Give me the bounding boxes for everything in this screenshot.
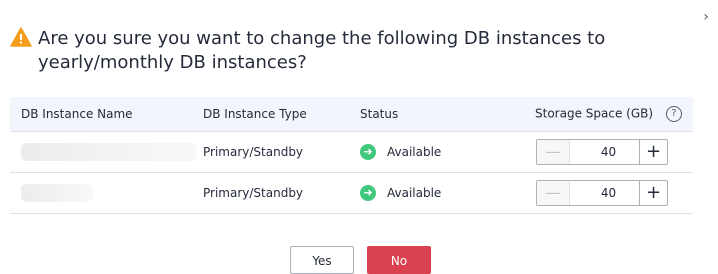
status-cell: ➜ Available: [360, 131, 535, 173]
dialog-header: Are you sure you want to change the foll…: [10, 27, 650, 75]
warning-icon: [10, 27, 32, 47]
instance-name-cell: [10, 172, 203, 214]
status-label: Available: [387, 145, 442, 159]
plus-icon[interactable]: +: [639, 140, 667, 164]
storage-cell: — +: [535, 131, 693, 173]
minus-icon[interactable]: —: [537, 140, 570, 164]
storage-input[interactable]: [570, 181, 639, 205]
status-badge: ➜ Available: [360, 185, 441, 201]
column-header-name: DB Instance Name: [10, 97, 203, 132]
minus-icon[interactable]: —: [537, 181, 570, 205]
instance-type-cell: Primary/Standby: [203, 131, 360, 173]
redacted-instance-name: [21, 184, 93, 202]
instance-name-cell: [10, 131, 203, 173]
close-icon[interactable]: ›: [698, 8, 714, 26]
storage-stepper: — +: [536, 180, 668, 206]
table-row: Primary/Standby ➜ Available — +: [10, 172, 693, 214]
plus-icon[interactable]: +: [639, 181, 667, 205]
table-header-row: DB Instance Name DB Instance Type Status…: [10, 97, 693, 132]
column-header-status: Status: [360, 97, 535, 132]
dialog-title: Are you sure you want to change the foll…: [38, 28, 606, 73]
column-header-storage-label: Storage Space (GB): [535, 106, 654, 121]
redacted-instance-name: [21, 143, 197, 161]
arrow-right-circle-icon: ➜: [360, 185, 376, 201]
no-button[interactable]: No: [367, 246, 431, 274]
status-cell: ➜ Available: [360, 172, 535, 214]
arrow-right-circle-icon: ➜: [360, 144, 376, 160]
storage-input[interactable]: [570, 140, 639, 164]
instance-type-cell: Primary/Standby: [203, 172, 360, 214]
storage-stepper: — +: [536, 139, 668, 165]
status-badge: ➜ Available: [360, 144, 441, 160]
status-label: Available: [387, 186, 442, 200]
column-header-storage: Storage Space (GB) ?: [535, 97, 693, 132]
help-icon[interactable]: ?: [665, 106, 682, 122]
table-row: Primary/Standby ➜ Available — +: [10, 131, 693, 173]
instances-table: DB Instance Name DB Instance Type Status…: [10, 97, 693, 214]
storage-cell: — +: [535, 172, 693, 214]
yes-button[interactable]: Yes: [290, 246, 354, 274]
column-header-type: DB Instance Type: [203, 97, 360, 132]
